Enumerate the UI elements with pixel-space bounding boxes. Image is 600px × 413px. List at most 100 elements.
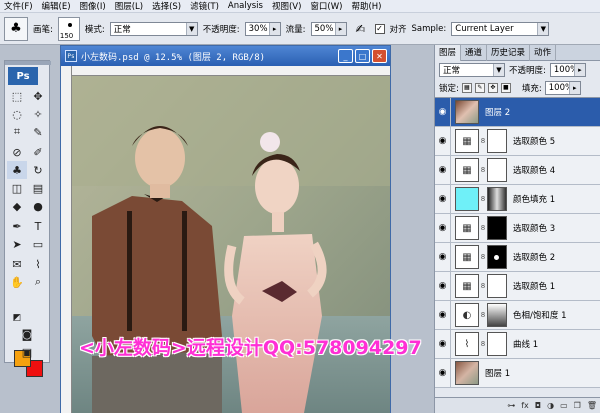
mode-select[interactable]: 正常 ▼ bbox=[109, 21, 198, 36]
flow-field[interactable]: 50% ▸ bbox=[310, 21, 347, 36]
path-select-icon[interactable]: ➤ bbox=[7, 235, 27, 253]
layer-mask[interactable] bbox=[487, 158, 507, 182]
layer-mask[interactable] bbox=[487, 303, 507, 327]
menu-filter[interactable]: 滤镜(T) bbox=[190, 0, 219, 12]
menu-analysis[interactable]: Analysis bbox=[228, 1, 263, 11]
menu-view[interactable]: 视图(V) bbox=[272, 0, 301, 12]
screen-mode-icon[interactable]: ▣ bbox=[17, 343, 37, 361]
panel-tabs: 图层 通道 历史记录 动作 bbox=[435, 45, 600, 61]
sample-select[interactable]: Current Layer ▼ bbox=[451, 21, 550, 36]
layer-mask[interactable] bbox=[487, 129, 507, 153]
layer-name: 选取颜色 3 bbox=[513, 224, 556, 234]
menu-file[interactable]: 文件(F) bbox=[4, 0, 33, 12]
tab-channels[interactable]: 通道 bbox=[461, 45, 488, 61]
notes-tool-icon[interactable]: ✉ bbox=[7, 255, 27, 273]
add-mask-icon[interactable]: ◘ bbox=[535, 401, 541, 410]
new-layer-icon[interactable]: ❐ bbox=[574, 401, 581, 410]
eye-icon[interactable]: ◉ bbox=[435, 358, 451, 388]
eyedropper-icon[interactable]: ⌇ bbox=[28, 255, 48, 273]
eye-icon[interactable]: ◉ bbox=[435, 213, 451, 243]
ruler-vertical[interactable] bbox=[61, 66, 72, 413]
marquee-tool-icon[interactable]: ⬚ bbox=[7, 87, 27, 105]
layer-opacity-field[interactable]: 100% ▸ bbox=[549, 63, 586, 77]
gradient-tool-icon[interactable]: ▤ bbox=[28, 179, 48, 197]
clone-stamp-icon[interactable]: ♣ bbox=[7, 161, 27, 179]
eye-icon[interactable]: ◉ bbox=[435, 271, 451, 301]
menu-edit[interactable]: 编辑(E) bbox=[42, 0, 71, 12]
fill-field[interactable]: 100% ▸ bbox=[544, 81, 581, 95]
lock-transparency-icon[interactable]: ▦ bbox=[461, 83, 472, 93]
eye-icon[interactable]: ◉ bbox=[435, 98, 451, 127]
layer-row[interactable]: ◉ 图层 1 bbox=[435, 358, 600, 388]
panel-grip[interactable] bbox=[5, 61, 51, 65]
layer-mask[interactable] bbox=[487, 332, 507, 356]
eye-icon[interactable]: ◉ bbox=[435, 300, 451, 330]
menu-image[interactable]: 图像(I) bbox=[80, 0, 106, 12]
layer-row[interactable]: ◉ ⌇ 8 曲线 1 bbox=[435, 329, 600, 359]
dodge-tool-icon[interactable]: ● bbox=[28, 197, 48, 215]
lock-all-icon[interactable]: ■ bbox=[500, 83, 511, 93]
lock-position-icon[interactable]: ✥ bbox=[487, 83, 498, 93]
blend-mode-select[interactable]: 正常 ▼ bbox=[439, 63, 505, 77]
layer-mask[interactable] bbox=[487, 245, 507, 269]
layer-row[interactable]: ◉ ▦ 8 选取颜色 1 bbox=[435, 271, 600, 301]
healing-brush-icon[interactable]: ⊘ bbox=[7, 143, 27, 161]
canvas[interactable] bbox=[72, 76, 390, 413]
blur-tool-icon[interactable]: ◆ bbox=[7, 197, 27, 215]
eye-icon[interactable]: ◉ bbox=[435, 242, 451, 272]
layer-row[interactable]: ◉ 8 颜色填充 1 bbox=[435, 184, 600, 214]
eraser-tool-icon[interactable]: ◫ bbox=[7, 179, 27, 197]
quick-mask-icon[interactable]: ◙ bbox=[17, 325, 37, 343]
minimize-button[interactable]: _ bbox=[338, 49, 353, 63]
layer-row[interactable]: ◉ ▦ 8 选取颜色 2 bbox=[435, 242, 600, 272]
menu-help[interactable]: 帮助(H) bbox=[351, 0, 381, 12]
lock-pixels-icon[interactable]: ✎ bbox=[474, 83, 485, 93]
maximize-button[interactable]: □ bbox=[355, 49, 370, 63]
opacity-field[interactable]: 30% ▸ bbox=[244, 21, 281, 36]
pen-tool-icon[interactable]: ✒ bbox=[7, 217, 27, 235]
tab-actions[interactable]: 动作 bbox=[530, 45, 557, 61]
shape-tool-icon[interactable]: ▭ bbox=[28, 235, 48, 253]
brush-picker[interactable]: 150 bbox=[57, 16, 80, 41]
layer-row[interactable]: ◉ ▦ 8 选取颜色 3 bbox=[435, 213, 600, 243]
align-checkbox[interactable]: ✓ bbox=[374, 23, 385, 34]
ruler-horizontal[interactable] bbox=[72, 66, 390, 76]
layer-mask[interactable] bbox=[487, 274, 507, 298]
document-title: 小左数码.psd @ 12.5% (图层 2, RGB/8) bbox=[81, 52, 266, 63]
move-tool-icon[interactable]: ✥ bbox=[28, 87, 48, 105]
hand-tool-icon[interactable]: ✋ bbox=[7, 273, 27, 291]
menu-window[interactable]: 窗口(W) bbox=[310, 0, 342, 12]
eye-icon[interactable]: ◉ bbox=[435, 329, 451, 359]
eye-icon[interactable]: ◉ bbox=[435, 155, 451, 185]
layer-row[interactable]: ◉ ▦ 8 选取颜色 5 bbox=[435, 126, 600, 156]
trash-icon[interactable]: 🗑 bbox=[587, 401, 597, 410]
layer-mask[interactable] bbox=[487, 187, 507, 211]
layer-row[interactable]: ◉ 图层 2 bbox=[435, 98, 600, 127]
airbrush-icon[interactable]: ✍ bbox=[352, 20, 370, 38]
tab-layers[interactable]: 图层 bbox=[435, 45, 462, 61]
menu-layer[interactable]: 图层(L) bbox=[115, 0, 143, 12]
menu-select[interactable]: 选择(S) bbox=[152, 0, 181, 12]
type-tool-icon[interactable]: T bbox=[28, 217, 48, 235]
close-button[interactable]: ✕ bbox=[372, 49, 387, 63]
magic-wand-icon[interactable]: ✧ bbox=[28, 105, 48, 123]
tab-history[interactable]: 历史记录 bbox=[487, 45, 531, 61]
adjustment-layer-icon[interactable]: ◑ bbox=[547, 401, 554, 410]
clone-stamp-preset-icon[interactable]: ♣ bbox=[4, 16, 28, 41]
zoom-tool-icon[interactable]: ⌕ bbox=[28, 273, 48, 291]
new-group-icon[interactable]: ▭ bbox=[560, 401, 568, 410]
eye-icon[interactable]: ◉ bbox=[435, 184, 451, 214]
slice-tool-icon[interactable]: ✎ bbox=[28, 123, 48, 141]
layer-row[interactable]: ◉ ▦ 8 选取颜色 4 bbox=[435, 155, 600, 185]
layer-mask[interactable] bbox=[487, 216, 507, 240]
lasso-tool-icon[interactable]: ◌ bbox=[7, 105, 27, 123]
crop-tool-icon[interactable]: ⌗ bbox=[7, 123, 27, 141]
history-brush-icon[interactable]: ↻ bbox=[28, 161, 48, 179]
brush-tool-icon[interactable]: ✐ bbox=[28, 143, 48, 161]
layer-name: 图层 2 bbox=[485, 108, 511, 118]
layer-row[interactable]: ◉ ◐ 8 色相/饱和度 1 bbox=[435, 300, 600, 330]
link-layers-icon[interactable]: ⊶ bbox=[507, 401, 515, 410]
link-icon: 8 bbox=[480, 166, 486, 174]
eye-icon[interactable]: ◉ bbox=[435, 126, 451, 156]
layer-style-icon[interactable]: fx bbox=[521, 401, 529, 410]
